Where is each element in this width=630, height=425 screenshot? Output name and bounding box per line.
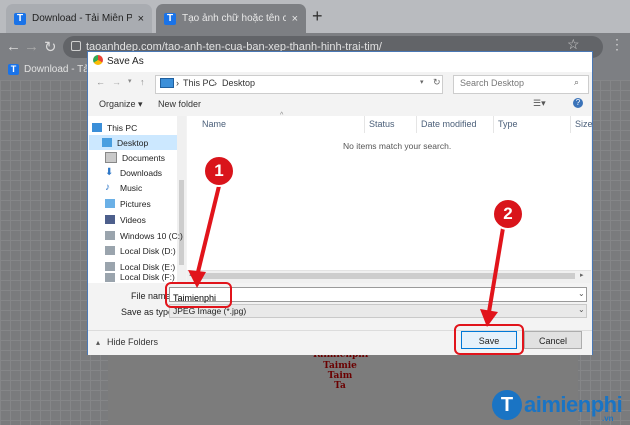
logo-suffix: .vn	[602, 414, 614, 423]
step-2-badge: 2	[492, 198, 524, 230]
logo-mark-icon: T	[492, 390, 522, 420]
annotation-arrows	[188, 185, 505, 327]
step1-arrow	[196, 185, 221, 273]
step-1-badge: 1	[203, 155, 235, 187]
arrowhead-2	[480, 309, 498, 327]
arrowhead-1	[188, 270, 206, 288]
step2-arrow	[487, 227, 505, 313]
